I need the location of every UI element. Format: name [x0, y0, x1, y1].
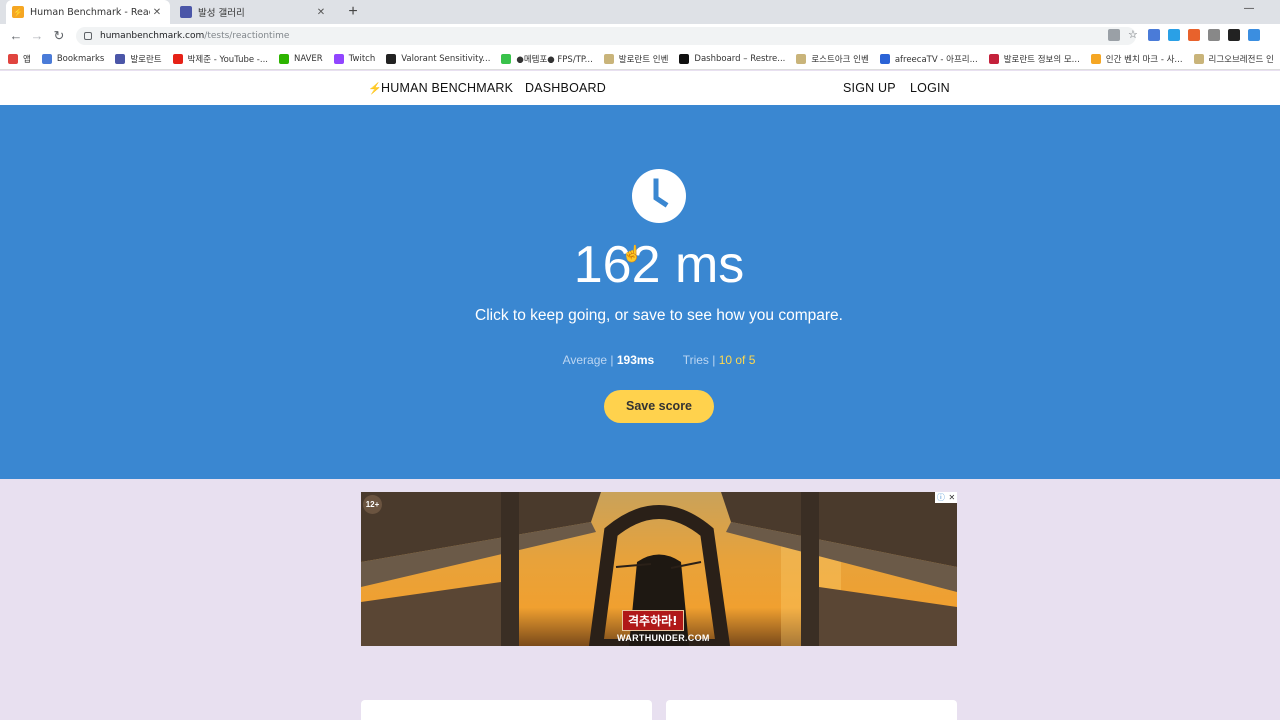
bookmark-label: 앱: [23, 54, 31, 65]
ad-caption: 격추하라!: [622, 610, 684, 631]
bookmark-item[interactable]: 발로란트: [115, 53, 162, 65]
bookmark-label: Valorant Sensitivity...: [401, 53, 491, 64]
translate-icon[interactable]: [1108, 29, 1120, 41]
bookmark-item[interactable]: 로스트아크 인벤: [796, 53, 869, 65]
bookmark-item[interactable]: ●메템포● FPS/TP...: [501, 53, 593, 65]
bookmark-item[interactable]: Bookmarks: [41, 53, 105, 64]
bookmark-item[interactable]: 앱: [8, 53, 31, 65]
dashboard-link[interactable]: DASHBOARD: [525, 81, 606, 95]
bookmark-label: 박제준 - YouTube -...: [187, 54, 268, 65]
reload-icon[interactable]: ↻: [51, 28, 67, 44]
bookmark-label: afreecaTV - 아프리...: [894, 54, 978, 65]
bookmark-favicon-icon: [1090, 53, 1101, 64]
test-card[interactable]: [361, 700, 652, 720]
bookmark-favicon-icon: [879, 53, 890, 64]
bookmark-favicon-icon: [1193, 53, 1204, 64]
lock-icon: [84, 32, 92, 40]
forward-arrow-icon[interactable]: →: [29, 28, 45, 44]
bookmark-item[interactable]: 인간 벤치 마크 - 사...: [1090, 53, 1183, 65]
bookmark-label: Bookmarks: [56, 53, 105, 64]
bookmark-favicon-icon: [988, 53, 999, 64]
age-rating-badge: 12+: [363, 495, 382, 514]
tries-label: Tries |: [682, 353, 719, 367]
bookmark-label: Twitch: [348, 53, 376, 64]
lightning-icon: ⚡: [368, 83, 382, 95]
bookmark-label: 발로란트: [130, 54, 162, 65]
bookmark-item[interactable]: 발로란트 정보의 모...: [988, 53, 1080, 65]
shield-icon[interactable]: [1248, 29, 1260, 41]
advertisement-banner[interactable]: 12+ ⓘ ✕ 격추하라! WARTHUNDER.COM: [361, 492, 957, 646]
reaction-test-area[interactable]: 162 ms Click to keep going, or save to s…: [0, 105, 1280, 479]
bookmark-favicon-icon: [41, 53, 52, 64]
bookmark-item[interactable]: 발로란트 인벤: [603, 53, 669, 65]
extension-icon[interactable]: [1148, 29, 1160, 41]
bookmark-item[interactable]: Valorant Sensitivity...: [386, 53, 491, 64]
star-icon[interactable]: ☆: [1128, 29, 1140, 41]
bookmark-item[interactable]: 박제준 - YouTube -...: [172, 53, 268, 65]
ad-choices[interactable]: ⓘ ✕: [935, 492, 957, 503]
bookmark-item[interactable]: Twitch: [333, 53, 376, 64]
close-icon[interactable]: ✕: [948, 493, 955, 502]
bookmark-item[interactable]: 리그오브레전드 인: [1193, 53, 1274, 65]
url-host: humanbenchmark.com: [100, 31, 205, 41]
bookmark-item[interactable]: NAVER: [278, 53, 323, 64]
info-icon[interactable]: ⓘ: [937, 492, 945, 503]
bookmark-favicon-icon: [796, 53, 807, 64]
result-subtitle: Click to keep going, or save to see how …: [475, 307, 843, 324]
tab-human-benchmark[interactable]: ⚡ Human Benchmark - Reaction Ti ✕: [6, 0, 170, 24]
bookmark-item[interactable]: Dashboard – Restre...: [679, 53, 786, 64]
bookmark-label: NAVER: [293, 53, 323, 64]
bookmark-favicon-icon: [115, 53, 126, 64]
bookmark-label: 발로란트 정보의 모...: [1003, 54, 1080, 65]
lightning-icon: ⚡: [12, 6, 24, 18]
bookmark-label: 발로란트 인벤: [618, 54, 669, 65]
stats-row: Average | 193ms Tries | 10 of 5: [0, 353, 1280, 367]
test-card[interactable]: [666, 700, 957, 720]
back-arrow-icon[interactable]: ←: [8, 28, 24, 44]
bookmark-label: 리그오브레전드 인: [1208, 54, 1274, 65]
tab-title: Human Benchmark - Reaction Ti: [30, 6, 150, 18]
tab-strip: ⚡ Human Benchmark - Reaction Ti ✕ 발성 갤러리…: [0, 0, 1280, 24]
bookmark-label: ●메템포● FPS/TP...: [516, 54, 593, 65]
url-path: /tests/reactiontime: [204, 31, 290, 41]
brand-link[interactable]: HUMAN BENCHMARK: [381, 81, 513, 95]
average-value: 193ms: [616, 353, 655, 367]
extension-icon[interactable]: [1168, 29, 1180, 41]
bookmark-label: Dashboard – Restre...: [694, 53, 786, 64]
gallery-icon: [180, 6, 192, 18]
tab-close-icon[interactable]: ✕: [150, 7, 164, 18]
tab-gallery[interactable]: 발성 갤러리 ✕: [174, 0, 334, 24]
bookmark-favicon-icon: [603, 53, 614, 64]
url-input[interactable]: humanbenchmark.com /tests/reactiontime: [76, 27, 1136, 45]
login-link[interactable]: LOGIN: [910, 81, 950, 95]
clock-icon: [632, 169, 686, 223]
extension-icon[interactable]: [1208, 29, 1220, 41]
tries-value: 10 of 5: [718, 353, 756, 367]
tab-title: 발성 갤러리: [198, 8, 245, 19]
bookmark-item[interactable]: afreecaTV - 아프리...: [879, 53, 978, 65]
hand-cursor-icon: ☝: [622, 246, 642, 263]
bookmark-favicon-icon: [386, 53, 397, 64]
save-score-button[interactable]: Save score: [604, 390, 714, 423]
extension-toolbar: ☆: [1108, 29, 1260, 41]
ad-url: WARTHUNDER.COM: [617, 633, 710, 643]
extension-icon[interactable]: [1228, 29, 1240, 41]
bookmark-favicon-icon: [172, 53, 183, 64]
bookmark-favicon-icon: [8, 53, 18, 64]
bookmarks-bar: 앱 Bookmarks 발로란트 박제준 - YouTube -... NAVER Twi…: [0, 48, 1280, 70]
signup-link[interactable]: SIGN UP: [843, 81, 896, 95]
address-bar-row: ← → ↻ humanbenchmark.com /tests/reaction…: [0, 24, 1280, 48]
bookmark-favicon-icon: [501, 53, 512, 64]
average-label: Average |: [562, 353, 617, 367]
bookmark-favicon-icon: [278, 53, 289, 64]
new-tab-button[interactable]: +: [344, 2, 362, 22]
minimize-window-button[interactable]: —: [1244, 3, 1254, 14]
bookmark-favicon-icon: [679, 53, 690, 64]
tab-close-icon[interactable]: ✕: [314, 7, 328, 18]
extension-icon[interactable]: [1188, 29, 1200, 41]
bookmark-label: 로스트아크 인벤: [811, 54, 869, 65]
bookmark-label: 인간 벤치 마크 - 사...: [1105, 54, 1183, 65]
site-header: ⚡ HUMAN BENCHMARK DASHBOARD SIGN UP LOGI…: [0, 71, 1280, 105]
bookmark-favicon-icon: [333, 53, 344, 64]
